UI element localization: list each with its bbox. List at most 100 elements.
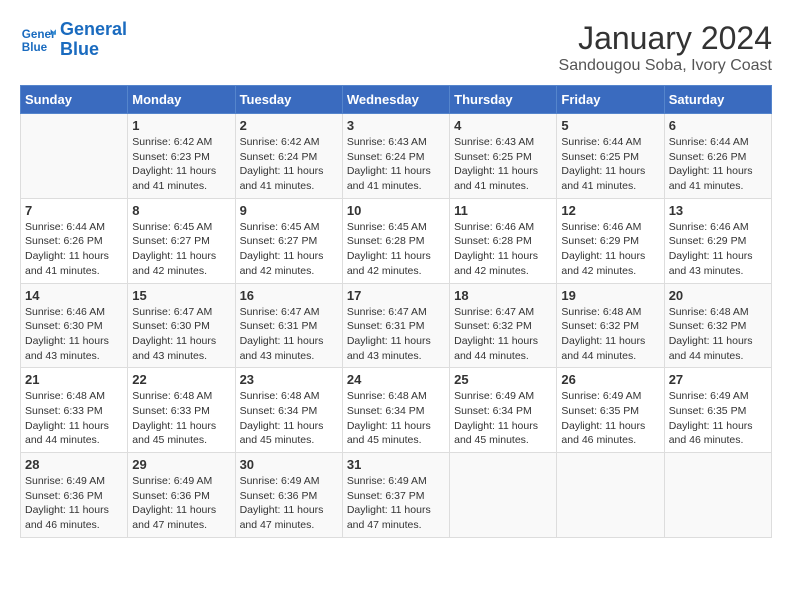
col-sunday: Sunday (21, 86, 128, 114)
day-info: Sunrise: 6:49 AM Sunset: 6:35 PM Dayligh… (561, 389, 659, 448)
day-info: Sunrise: 6:45 AM Sunset: 6:27 PM Dayligh… (132, 220, 230, 279)
day-number: 4 (454, 118, 552, 133)
day-info: Sunrise: 6:48 AM Sunset: 6:34 PM Dayligh… (240, 389, 338, 448)
sunrise-text: Sunrise: 6:47 AM (454, 305, 552, 320)
day-number: 12 (561, 203, 659, 218)
sunset-text: Sunset: 6:32 PM (669, 319, 767, 334)
day-number: 3 (347, 118, 445, 133)
day-info: Sunrise: 6:43 AM Sunset: 6:25 PM Dayligh… (454, 135, 552, 194)
sunset-text: Sunset: 6:27 PM (240, 234, 338, 249)
sunset-text: Sunset: 6:24 PM (240, 150, 338, 165)
list-item: 2 Sunrise: 6:42 AM Sunset: 6:24 PM Dayli… (235, 114, 342, 199)
day-number: 7 (25, 203, 123, 218)
day-info: Sunrise: 6:48 AM Sunset: 6:32 PM Dayligh… (561, 305, 659, 364)
sunset-text: Sunset: 6:32 PM (561, 319, 659, 334)
list-item: 8 Sunrise: 6:45 AM Sunset: 6:27 PM Dayli… (128, 198, 235, 283)
daylight-text: Daylight: 11 hours and 44 minutes. (25, 419, 123, 448)
logo: General Blue General Blue (20, 20, 127, 60)
day-number: 26 (561, 372, 659, 387)
sunrise-text: Sunrise: 6:45 AM (347, 220, 445, 235)
sunset-text: Sunset: 6:36 PM (240, 489, 338, 504)
col-tuesday: Tuesday (235, 86, 342, 114)
daylight-text: Daylight: 11 hours and 43 minutes. (25, 334, 123, 363)
list-item: 14 Sunrise: 6:46 AM Sunset: 6:30 PM Dayl… (21, 283, 128, 368)
sunset-text: Sunset: 6:23 PM (132, 150, 230, 165)
day-info: Sunrise: 6:49 AM Sunset: 6:36 PM Dayligh… (240, 474, 338, 533)
day-number: 24 (347, 372, 445, 387)
sunrise-text: Sunrise: 6:48 AM (25, 389, 123, 404)
sunrise-text: Sunrise: 6:49 AM (132, 474, 230, 489)
list-item: 12 Sunrise: 6:46 AM Sunset: 6:29 PM Dayl… (557, 198, 664, 283)
day-number: 14 (25, 288, 123, 303)
list-item (21, 114, 128, 199)
day-info: Sunrise: 6:43 AM Sunset: 6:24 PM Dayligh… (347, 135, 445, 194)
daylight-text: Daylight: 11 hours and 43 minutes. (240, 334, 338, 363)
day-number: 5 (561, 118, 659, 133)
daylight-text: Daylight: 11 hours and 41 minutes. (561, 164, 659, 193)
list-item: 30 Sunrise: 6:49 AM Sunset: 6:36 PM Dayl… (235, 453, 342, 538)
daylight-text: Daylight: 11 hours and 47 minutes. (347, 503, 445, 532)
list-item: 24 Sunrise: 6:48 AM Sunset: 6:34 PM Dayl… (342, 368, 449, 453)
daylight-text: Daylight: 11 hours and 43 minutes. (669, 249, 767, 278)
logo-icon: General Blue (20, 22, 56, 58)
list-item: 31 Sunrise: 6:49 AM Sunset: 6:37 PM Dayl… (342, 453, 449, 538)
list-item: 29 Sunrise: 6:49 AM Sunset: 6:36 PM Dayl… (128, 453, 235, 538)
sunrise-text: Sunrise: 6:49 AM (240, 474, 338, 489)
sunrise-text: Sunrise: 6:48 AM (240, 389, 338, 404)
sunrise-text: Sunrise: 6:47 AM (347, 305, 445, 320)
day-info: Sunrise: 6:44 AM Sunset: 6:26 PM Dayligh… (669, 135, 767, 194)
daylight-text: Daylight: 11 hours and 46 minutes. (561, 419, 659, 448)
daylight-text: Daylight: 11 hours and 41 minutes. (25, 249, 123, 278)
day-number: 2 (240, 118, 338, 133)
day-info: Sunrise: 6:47 AM Sunset: 6:30 PM Dayligh… (132, 305, 230, 364)
sunrise-text: Sunrise: 6:44 AM (561, 135, 659, 150)
daylight-text: Daylight: 11 hours and 45 minutes. (132, 419, 230, 448)
day-number: 18 (454, 288, 552, 303)
list-item: 1 Sunrise: 6:42 AM Sunset: 6:23 PM Dayli… (128, 114, 235, 199)
day-info: Sunrise: 6:46 AM Sunset: 6:30 PM Dayligh… (25, 305, 123, 364)
sunrise-text: Sunrise: 6:43 AM (347, 135, 445, 150)
day-info: Sunrise: 6:49 AM Sunset: 6:35 PM Dayligh… (669, 389, 767, 448)
calendar-table: Sunday Monday Tuesday Wednesday Thursday… (20, 85, 772, 538)
sunset-text: Sunset: 6:30 PM (132, 319, 230, 334)
list-item: 11 Sunrise: 6:46 AM Sunset: 6:28 PM Dayl… (450, 198, 557, 283)
list-item: 10 Sunrise: 6:45 AM Sunset: 6:28 PM Dayl… (342, 198, 449, 283)
day-number: 9 (240, 203, 338, 218)
day-info: Sunrise: 6:47 AM Sunset: 6:31 PM Dayligh… (347, 305, 445, 364)
month-year-title: January 2024 (559, 20, 772, 57)
day-number: 31 (347, 457, 445, 472)
logo-text-general: General (60, 20, 127, 40)
col-monday: Monday (128, 86, 235, 114)
list-item: 21 Sunrise: 6:48 AM Sunset: 6:33 PM Dayl… (21, 368, 128, 453)
table-row: 1 Sunrise: 6:42 AM Sunset: 6:23 PM Dayli… (21, 114, 772, 199)
sunset-text: Sunset: 6:28 PM (347, 234, 445, 249)
col-friday: Friday (557, 86, 664, 114)
sunset-text: Sunset: 6:31 PM (240, 319, 338, 334)
day-info: Sunrise: 6:46 AM Sunset: 6:28 PM Dayligh… (454, 220, 552, 279)
day-info: Sunrise: 6:49 AM Sunset: 6:37 PM Dayligh… (347, 474, 445, 533)
day-info: Sunrise: 6:48 AM Sunset: 6:32 PM Dayligh… (669, 305, 767, 364)
list-item: 16 Sunrise: 6:47 AM Sunset: 6:31 PM Dayl… (235, 283, 342, 368)
list-item: 5 Sunrise: 6:44 AM Sunset: 6:25 PM Dayli… (557, 114, 664, 199)
list-item: 13 Sunrise: 6:46 AM Sunset: 6:29 PM Dayl… (664, 198, 771, 283)
day-number: 8 (132, 203, 230, 218)
list-item: 20 Sunrise: 6:48 AM Sunset: 6:32 PM Dayl… (664, 283, 771, 368)
svg-text:Blue: Blue (22, 41, 48, 54)
list-item: 6 Sunrise: 6:44 AM Sunset: 6:26 PM Dayli… (664, 114, 771, 199)
list-item: 27 Sunrise: 6:49 AM Sunset: 6:35 PM Dayl… (664, 368, 771, 453)
sunrise-text: Sunrise: 6:44 AM (25, 220, 123, 235)
daylight-text: Daylight: 11 hours and 42 minutes. (561, 249, 659, 278)
list-item (664, 453, 771, 538)
daylight-text: Daylight: 11 hours and 45 minutes. (240, 419, 338, 448)
sunrise-text: Sunrise: 6:48 AM (132, 389, 230, 404)
col-thursday: Thursday (450, 86, 557, 114)
daylight-text: Daylight: 11 hours and 42 minutes. (454, 249, 552, 278)
day-info: Sunrise: 6:47 AM Sunset: 6:31 PM Dayligh… (240, 305, 338, 364)
day-number: 13 (669, 203, 767, 218)
daylight-text: Daylight: 11 hours and 41 minutes. (347, 164, 445, 193)
day-number: 27 (669, 372, 767, 387)
day-number: 10 (347, 203, 445, 218)
daylight-text: Daylight: 11 hours and 42 minutes. (347, 249, 445, 278)
day-number: 30 (240, 457, 338, 472)
day-info: Sunrise: 6:46 AM Sunset: 6:29 PM Dayligh… (561, 220, 659, 279)
